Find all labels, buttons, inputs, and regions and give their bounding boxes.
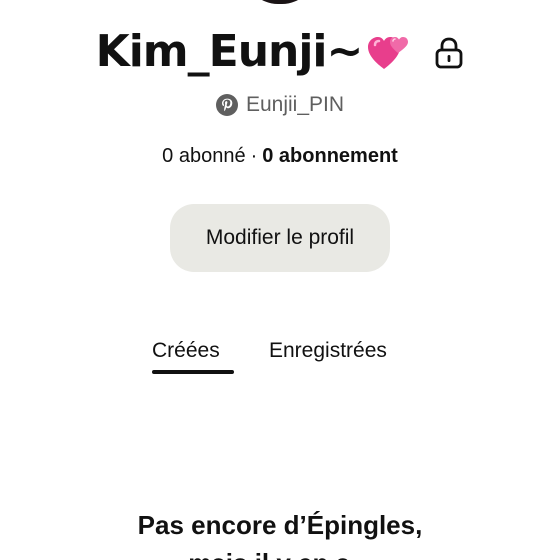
profile-tabs: Créées Enregistrées [0, 334, 560, 380]
avatar[interactable] [244, 0, 316, 4]
profile-header: Kim_Eunji~ [0, 20, 560, 82]
lock-icon [434, 36, 464, 70]
stats-separator: · [250, 144, 258, 167]
profile-page: Kim_Eunji~ Eunjii_PIN 0 abonné · 0 abonn… [0, 0, 560, 560]
active-tab-indicator [152, 370, 234, 374]
tab-created[interactable]: Créées [152, 334, 220, 368]
empty-state-title: Pas encore d’Épingles, [137, 510, 423, 540]
follow-stats: 0 abonné · 0 abonnement [0, 141, 560, 171]
tab-saved[interactable]: Enregistrées [269, 334, 387, 368]
profile-handle: Eunjii_PIN [245, 93, 345, 116]
pinterest-icon [215, 94, 238, 116]
following-count[interactable]: 0 abonnement [262, 145, 398, 168]
revolving-hearts-icon [364, 29, 412, 77]
profile-name: Kim_Eunji~ [95, 25, 364, 77]
profile-handle-row: Eunjii_PIN [0, 90, 560, 120]
empty-state-title-line2: mais il y en a... [0, 548, 560, 560]
edit-profile-button[interactable]: Modifier le profil [170, 204, 390, 272]
followers-count[interactable]: 0 abonné [162, 145, 245, 168]
